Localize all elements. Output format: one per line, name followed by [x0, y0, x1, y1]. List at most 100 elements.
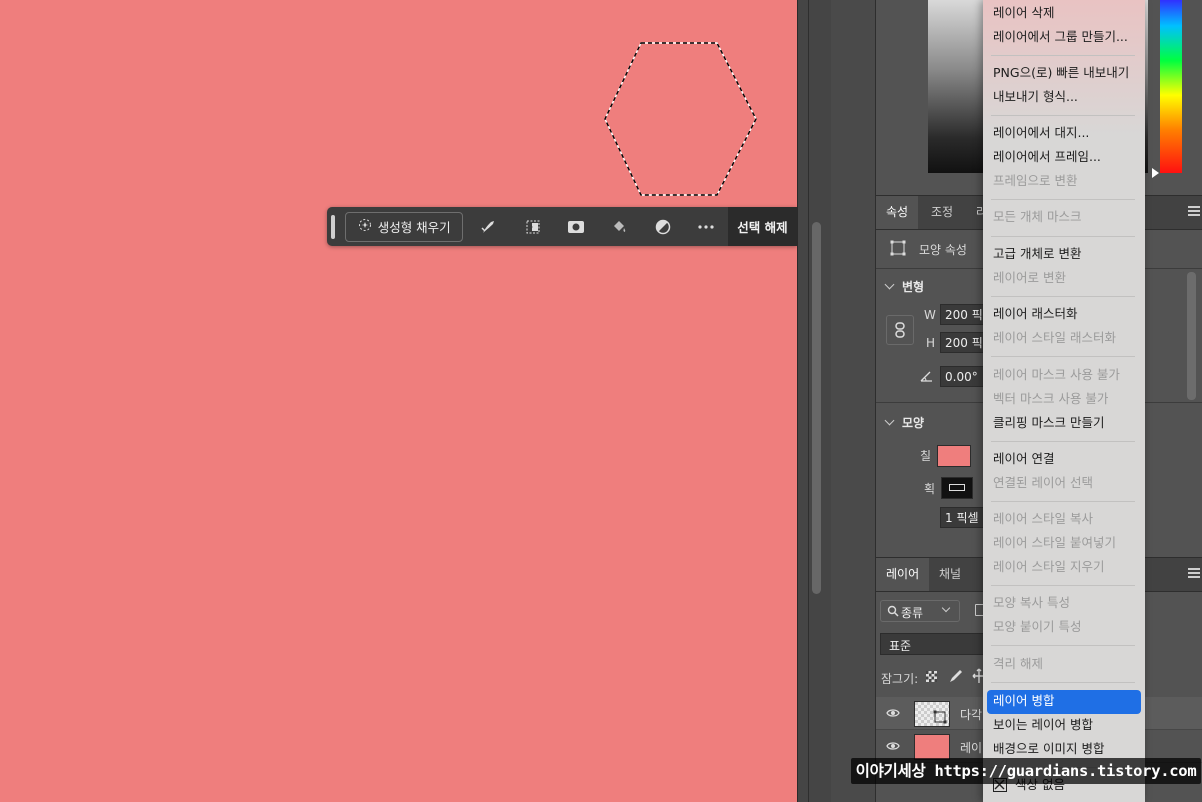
chevron-down-icon: [884, 279, 895, 290]
chevron-down-icon: [941, 603, 951, 613]
transform-section-header[interactable]: 변형: [884, 278, 925, 295]
layer-kind-filter[interactable]: 종류: [880, 600, 960, 622]
menu-item-quick-export-png[interactable]: PNG으(로) 빠른 내보내기: [993, 64, 1129, 82]
width-field[interactable]: 200 픽: [940, 304, 986, 325]
eye-icon[interactable]: [886, 739, 900, 753]
shape-layer-badge-icon: [933, 710, 947, 724]
tab-channels[interactable]: 채널: [929, 558, 971, 591]
menu-separator: [991, 55, 1135, 56]
layer-name[interactable]: 레이: [960, 739, 982, 756]
menu-item-create-clipping-mask[interactable]: 클리핑 마스크 만들기: [993, 414, 1104, 432]
menu-item-copy-shape-attributes[interactable]: 모양 복사 특성: [993, 594, 1070, 612]
menu-separator: [991, 296, 1135, 297]
menu-item-paste-shape-attributes[interactable]: 모양 붙이기 특성: [993, 618, 1081, 636]
layer-kind-label: 종류: [901, 606, 924, 620]
stroke-width-field[interactable]: 1 픽셀: [940, 507, 986, 528]
fill-color-swatch[interactable]: [937, 445, 971, 467]
panel-scrollbar-thumb[interactable]: [1187, 272, 1196, 400]
tab-adjustments[interactable]: 조정: [921, 196, 963, 229]
angle-field[interactable]: 0.00°: [940, 366, 986, 387]
menu-separator: [991, 682, 1135, 683]
eye-icon[interactable]: [886, 706, 900, 720]
panel-menu-icon[interactable]: [1188, 206, 1200, 216]
stroke-type-swatch[interactable]: [941, 477, 973, 499]
menu-item-export-as[interactable]: 내보내기 형식...: [993, 88, 1078, 106]
menu-item-rasterize-layer-style[interactable]: 레이어 스타일 래스터화: [993, 329, 1116, 347]
menu-item-disable-vector-mask[interactable]: 벡터 마스크 사용 불가: [993, 390, 1108, 408]
menu-item-link-layers[interactable]: 레이어 연결: [993, 450, 1054, 468]
menu-separator: [991, 199, 1135, 200]
menu-separator: [991, 236, 1135, 237]
stroke-preview-icon: [949, 484, 965, 491]
tab-layers[interactable]: 레이어: [876, 558, 930, 591]
fill-bucket-icon[interactable]: [598, 212, 641, 242]
layer-name[interactable]: 다각: [960, 706, 982, 723]
menu-item-frame-from-layers[interactable]: 레이어에서 프레임...: [993, 148, 1101, 166]
hue-slider[interactable]: [1160, 0, 1182, 173]
deselect-button[interactable]: 선택 해제: [727, 207, 797, 246]
menu-separator: [991, 645, 1135, 646]
vertical-scrollbar-thumb[interactable]: [812, 222, 821, 594]
blend-mode-dropdown[interactable]: 표준: [880, 633, 990, 655]
mask-icon[interactable]: [554, 212, 597, 242]
menu-item-flatten-image[interactable]: 배경으로 이미지 병합: [993, 740, 1104, 758]
menu-item-convert-to-smart-object[interactable]: 고급 개체로 변환: [993, 245, 1081, 263]
menu-item-select-linked-layers[interactable]: 연결된 레이어 선택: [993, 474, 1093, 492]
shape-properties-label: 모양 속성: [919, 243, 967, 257]
layer-context-menu: 레이어 삭제 레이어에서 그룹 만들기... PNG으(로) 빠른 내보내기 내…: [983, 0, 1145, 802]
generative-fill-button[interactable]: 생성형 채우기: [344, 211, 464, 242]
menu-item-paste-layer-style[interactable]: 레이어 스타일 붙여넣기: [993, 534, 1116, 552]
search-icon: [887, 605, 899, 617]
layer-thumbnail-fill: [914, 734, 950, 760]
menu-separator: [991, 356, 1135, 357]
menu-item-artboard-from-layers[interactable]: 레이어에서 대지...: [993, 124, 1089, 142]
menu-item-convert-to-frame[interactable]: 프레임으로 변환: [993, 172, 1077, 190]
link-dimensions-button[interactable]: [886, 315, 914, 345]
fill-label: 칠: [920, 449, 932, 463]
menu-item-delete-layer[interactable]: 레이어 삭제: [993, 4, 1054, 22]
menu-item-release-isolation[interactable]: 격리 해제: [993, 655, 1043, 673]
menu-item-convert-to-layers[interactable]: 레이어로 변환: [993, 269, 1066, 287]
adjustment-icon[interactable]: [641, 212, 684, 242]
menu-item-rasterize-layer[interactable]: 레이어 래스터화: [993, 305, 1077, 323]
angle-icon: [920, 370, 934, 385]
menu-item-mask-all-objects[interactable]: 모든 개체 마스크: [993, 208, 1081, 226]
menu-separator: [991, 501, 1135, 502]
shape-properties-icon: [890, 240, 906, 259]
document-canvas[interactable]: 생성형 채우기 선택 해제: [0, 0, 797, 802]
menu-item-copy-layer-style[interactable]: 레이어 스타일 복사: [993, 510, 1093, 528]
menu-item-disable-layer-mask[interactable]: 레이어 마스크 사용 불가: [993, 366, 1120, 384]
more-icon[interactable]: [685, 212, 728, 242]
panel-menu-icon[interactable]: [1188, 568, 1200, 578]
shape-section-header[interactable]: 모양: [884, 414, 924, 431]
canvas-scroll-gutter: [797, 0, 831, 802]
hue-slider-handle[interactable]: [1152, 168, 1159, 178]
blend-mode-value: 표준: [889, 639, 912, 653]
watermark-text: 이야기세상 https://guardians.tistory.com: [851, 758, 1201, 784]
generative-fill-label: 생성형 채우기: [377, 220, 451, 235]
menu-item-clear-layer-style[interactable]: 레이어 스타일 지우기: [993, 558, 1104, 576]
taskbar-drag-handle[interactable]: [331, 214, 335, 239]
contextual-task-bar: 생성형 채우기 선택 해제: [327, 207, 797, 246]
menu-separator: [991, 441, 1135, 442]
lock-label: 잠그기:: [881, 672, 919, 686]
menu-separator: [991, 585, 1135, 586]
hexagon-selection-marquee: [604, 42, 757, 196]
brush-mask-icon[interactable]: [467, 212, 510, 242]
lock-transparency-icon[interactable]: [926, 671, 937, 682]
tab-properties[interactable]: 속성: [876, 196, 919, 229]
stroke-label: 획: [924, 482, 936, 496]
chevron-down-icon: [884, 415, 895, 426]
menu-separator: [991, 115, 1135, 116]
link-icon: [895, 322, 905, 338]
menu-item-merge-layers[interactable]: 레이어 병합: [993, 692, 1054, 710]
height-field[interactable]: 200 픽: [940, 332, 986, 353]
lock-pixels-icon[interactable]: [948, 668, 964, 687]
height-label: H: [926, 336, 936, 350]
menu-item-merge-visible[interactable]: 보이는 레이어 병합: [993, 716, 1093, 734]
sparkle-icon: [358, 218, 372, 235]
width-label: W: [924, 308, 936, 322]
transform-label: 변형: [902, 280, 925, 294]
transform-selection-icon[interactable]: [511, 212, 554, 242]
menu-item-group-from-layers[interactable]: 레이어에서 그룹 만들기...: [993, 28, 1128, 46]
